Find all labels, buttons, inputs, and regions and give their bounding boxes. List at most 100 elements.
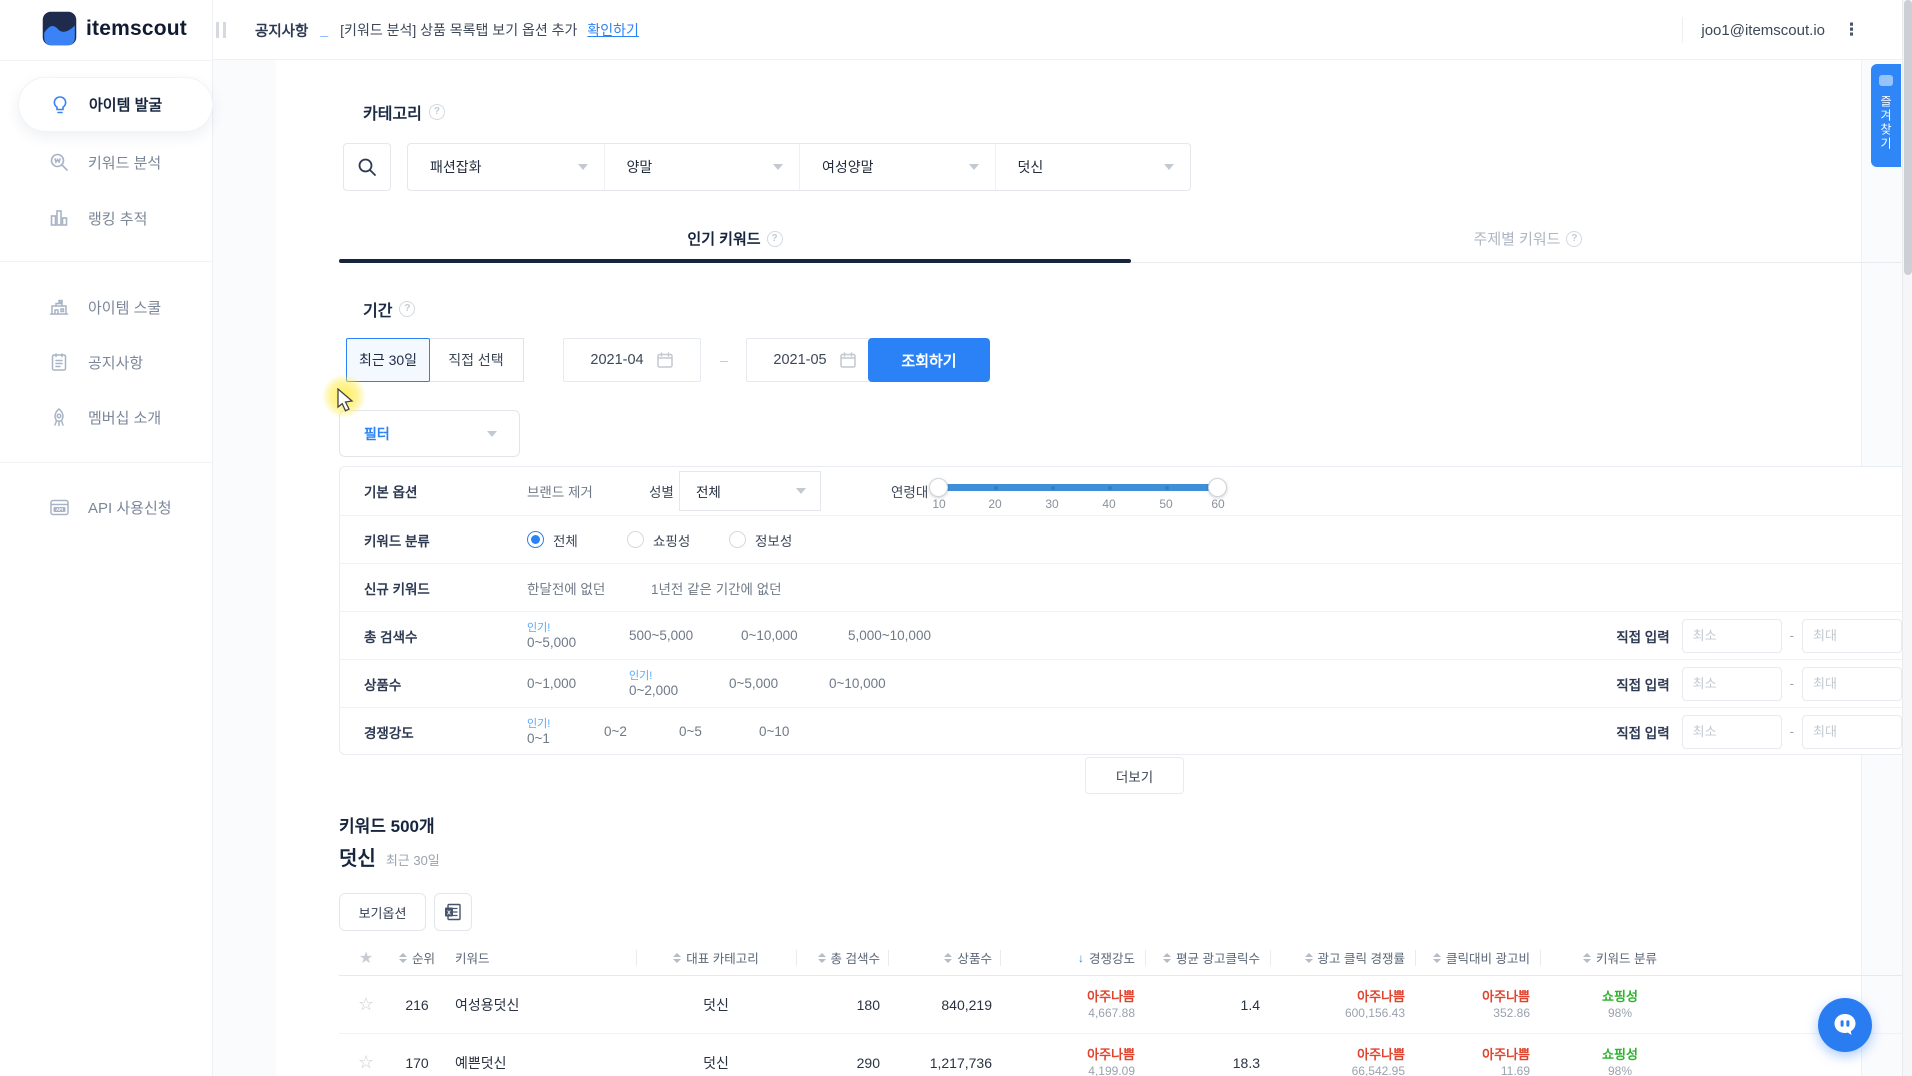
view-options-button[interactable]: 보기옵션 xyxy=(339,893,426,931)
sidebar-item-keyword-analysis[interactable]: 키워드 분석 xyxy=(0,136,213,188)
search-submit-button[interactable]: 조회하기 xyxy=(868,338,990,382)
header-search-volume[interactable]: 총 검색수 xyxy=(796,940,888,975)
header-star[interactable]: ★ xyxy=(339,940,393,975)
sidebar-item-api-request[interactable]: API API 사용신청 xyxy=(0,481,213,533)
content-card: 카테고리 ? 패션잡화 양말 여성양말 덧신 인기 키워드 ? 주제별 키워드 … xyxy=(276,60,1912,1076)
competition-option[interactable]: 0~10 xyxy=(759,708,789,755)
max-input[interactable] xyxy=(1802,714,1902,749)
competition-option[interactable]: 인기! 0~1 xyxy=(527,708,550,755)
sidebar-item-label: API 사용신청 xyxy=(88,499,172,517)
product-count-option[interactable]: 0~10,000 xyxy=(829,660,886,707)
slider-handle-min[interactable] xyxy=(929,478,948,497)
min-input[interactable] xyxy=(1681,618,1782,653)
min-input[interactable] xyxy=(1681,714,1782,749)
tab-popular-keywords[interactable]: 인기 키워드 ? xyxy=(339,215,1131,262)
favorite-cell[interactable]: ☆ xyxy=(339,1034,393,1076)
avg-ad-clicks-cell: 1.4 xyxy=(1240,996,1260,1013)
header-rank[interactable]: 순위 xyxy=(393,940,441,975)
competition-option[interactable]: 0~5 xyxy=(679,708,702,755)
product-count-option[interactable]: 인기! 0~2,000 xyxy=(629,660,678,707)
slider-track[interactable] xyxy=(938,484,1218,491)
category-select-2[interactable]: 양말 xyxy=(603,144,800,190)
search-volume-option[interactable]: 5,000~10,000 xyxy=(848,612,931,659)
grade-label: 아주나쁨 xyxy=(1087,1046,1135,1062)
filter-row-label: 총 검색수 xyxy=(364,629,418,645)
header-keyword[interactable]: 키워드 xyxy=(441,940,636,975)
header-filler xyxy=(1700,940,1912,975)
header-competition[interactable]: ↓ 경쟁강도 xyxy=(1000,940,1145,975)
help-icon[interactable]: ? xyxy=(766,230,783,247)
gender-select[interactable]: 전체 xyxy=(679,471,821,511)
keyword-class-info-radio[interactable]: 정보성 xyxy=(729,516,792,563)
notice-confirm-link[interactable]: 확인하기 xyxy=(587,20,639,40)
keyword-cell[interactable]: 예쁜덧신 xyxy=(441,1034,636,1076)
product-count-option[interactable]: 0~5,000 xyxy=(729,660,778,707)
new-keyword-option[interactable]: 한달전에 없던 xyxy=(527,564,605,611)
category-select-4[interactable]: 덧신 xyxy=(994,144,1191,190)
sidebar-item-notice[interactable]: 공지사항 xyxy=(0,336,213,388)
notice-icon xyxy=(48,351,70,373)
keyword-class-shopping-radio[interactable]: 쇼핑성 xyxy=(627,516,690,563)
slider-step-dot xyxy=(1051,486,1055,490)
tab-topic-keywords[interactable]: 주제별 키워드 ? xyxy=(1131,215,1912,262)
help-icon[interactable]: ? xyxy=(399,301,416,317)
search-volume-option[interactable]: 0~10,000 xyxy=(741,612,798,659)
competition-option[interactable]: 0~2 xyxy=(604,708,627,755)
search-icon xyxy=(358,158,376,176)
slider-tick-label: 30 xyxy=(1045,497,1059,511)
excel-export-button[interactable]: x xyxy=(434,893,472,931)
page-scrollbar[interactable] xyxy=(1902,0,1912,1076)
search-volume-option[interactable]: 500~5,000 xyxy=(629,612,693,659)
header-ad-click-competition[interactable]: 광고 클릭 경쟁률 xyxy=(1270,940,1415,975)
sidebar-item-membership[interactable]: 멤버십 소개 xyxy=(0,391,213,443)
new-keyword-option[interactable]: 1년전 같은 기간에 없던 xyxy=(651,564,782,611)
favorite-cell[interactable]: ☆ xyxy=(339,976,393,1033)
slider-handle-max[interactable] xyxy=(1208,478,1227,497)
header-cost-per-click[interactable]: 클릭대비 광고비 xyxy=(1415,940,1540,975)
table-header-row: ★ 순위 키워드 대표 카테고리 총 검색수 상품수 ↓ 경쟁강도 평균 광고클… xyxy=(339,940,1912,976)
logo[interactable]: itemscout xyxy=(42,11,187,46)
date-to-input[interactable]: 2021-05 xyxy=(746,338,884,382)
sort-icon xyxy=(1163,952,1172,963)
keyword-class-all-radio[interactable]: 전체 xyxy=(527,516,578,563)
header-products[interactable]: 상품수 xyxy=(888,940,1000,975)
date-range-separator: – xyxy=(720,352,728,368)
max-input[interactable] xyxy=(1802,618,1902,653)
notice-separator: _ xyxy=(320,22,329,38)
category-select-4-value: 덧신 xyxy=(1017,159,1044,175)
filter-dropdown[interactable]: 필터 xyxy=(339,410,520,457)
chat-support-button[interactable] xyxy=(1818,998,1872,1052)
help-icon[interactable]: ? xyxy=(428,104,445,120)
header-avg-ad-clicks[interactable]: 평균 광고클릭수 xyxy=(1145,940,1270,975)
help-icon[interactable]: ? xyxy=(1566,230,1583,247)
divider xyxy=(0,60,212,61)
ad-click-competition-cell: 아주나쁨 66,542.95 xyxy=(1270,1034,1415,1076)
radio-selected-icon xyxy=(527,531,544,548)
sidebar-item-rank-tracking[interactable]: 랭킹 추적 xyxy=(0,192,213,244)
brand-remove-option[interactable]: 브랜드 제거 xyxy=(527,467,593,515)
more-button[interactable]: 더보기 xyxy=(1085,757,1184,794)
category-search-button[interactable] xyxy=(343,143,391,191)
header-category[interactable]: 대표 카테고리 xyxy=(636,940,796,975)
category-select-3[interactable]: 여성양말 xyxy=(799,144,995,190)
scrollbar-thumb[interactable] xyxy=(1904,0,1912,275)
date-from-input[interactable]: 2021-04 xyxy=(563,338,701,382)
sidebar-item-item-school[interactable]: 아이템 스쿨 xyxy=(0,281,213,333)
class-label: 쇼핑성 xyxy=(1602,988,1638,1004)
period-last-30-days-button[interactable]: 최근 30일 xyxy=(346,338,430,382)
keyword-cell[interactable]: 여성용덧신 xyxy=(441,976,636,1033)
header-keyword-class[interactable]: 키워드 분류 xyxy=(1540,940,1700,975)
grade-value: 352.86 xyxy=(1493,1006,1530,1021)
category-select-1[interactable]: 패션잡화 xyxy=(408,144,604,190)
product-count-option[interactable]: 0~1,000 xyxy=(527,660,576,707)
min-input[interactable] xyxy=(1681,666,1782,701)
sidebar-collapse-handle-icon[interactable] xyxy=(216,22,226,38)
range-dash: - xyxy=(1789,628,1794,643)
favorites-side-tab[interactable]: 즐겨찾기 xyxy=(1871,64,1901,167)
search-volume-option[interactable]: 인기! 0~5,000 xyxy=(527,612,576,659)
sidebar-item-item-discovery[interactable]: 아이템 발굴 xyxy=(18,77,213,132)
kebab-menu-icon[interactable]: ⋮ xyxy=(1843,20,1860,40)
max-input[interactable] xyxy=(1802,666,1902,701)
period-custom-button[interactable]: 직접 선택 xyxy=(429,338,524,382)
account-email[interactable]: joo1@itemscout.io xyxy=(1701,22,1825,39)
